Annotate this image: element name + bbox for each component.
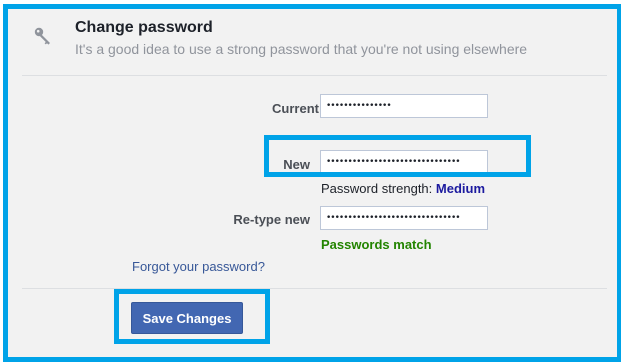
password-strength-level: Medium [435,181,486,196]
password-strength: Password strength: Medium [321,181,485,196]
password-strength-prefix: Password strength: [321,181,433,196]
section-subtitle: It's a good idea to use a strong passwor… [75,41,528,57]
new-field-highlight [264,135,531,177]
retype-password-label: Re-type new [233,212,310,227]
passwords-match-status: Passwords match [321,237,432,252]
divider [22,75,607,76]
current-password-field[interactable]: ••••••••••••••• [320,94,488,118]
forgot-password-link[interactable]: Forgot your password? [132,259,265,274]
save-changes-button[interactable]: Save Changes [131,302,243,334]
section-title: Change password [75,19,213,36]
current-password-label: Current [272,101,319,116]
key-icon [33,26,55,48]
divider [22,288,607,289]
retype-password-field[interactable]: ••••••••••••••••••••••••••••••• [320,206,488,230]
change-password-panel: Change password It's a good idea to use … [8,9,607,347]
